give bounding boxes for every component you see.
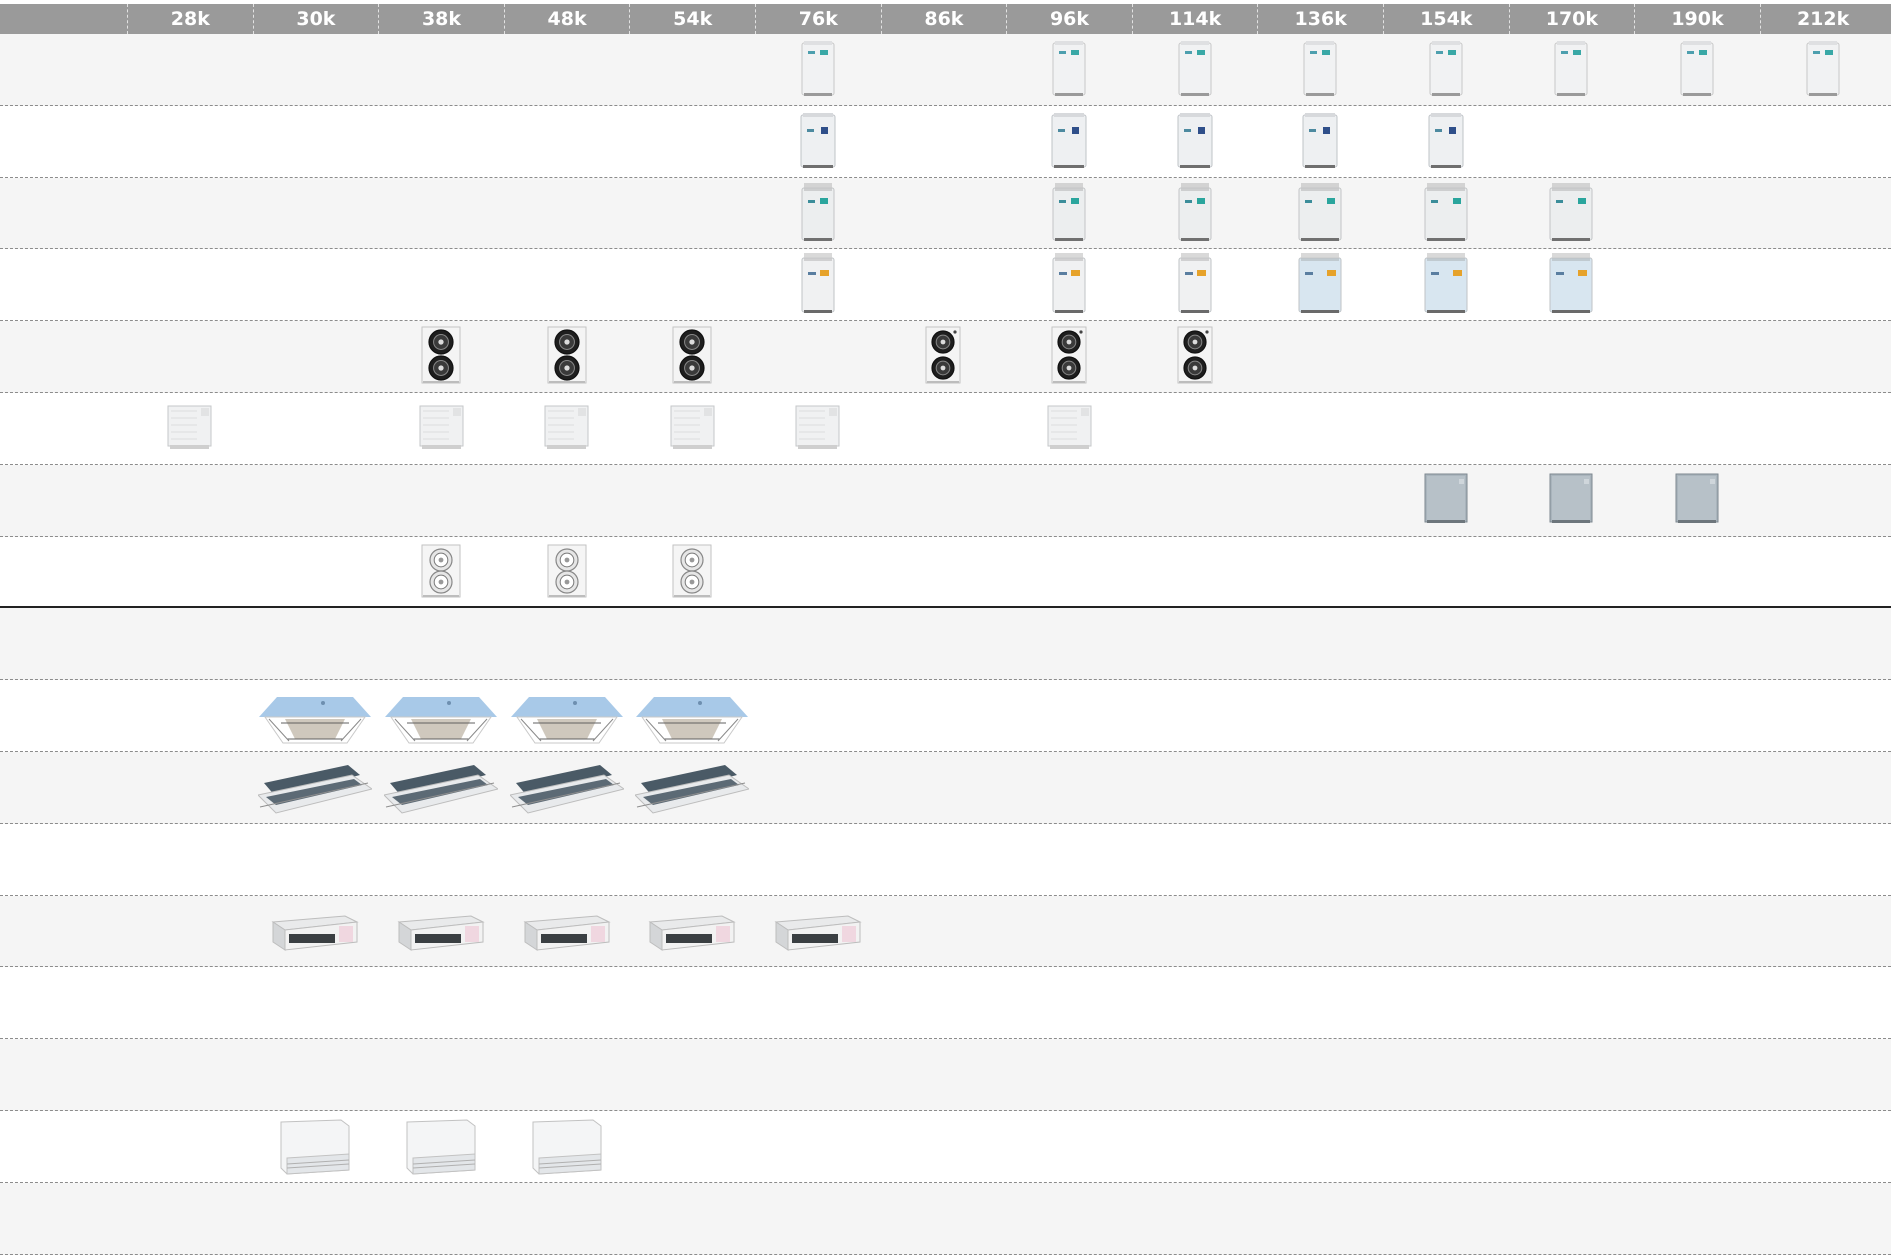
vrf-white-single-unit xyxy=(1178,40,1212,96)
vrf-grille-top-unit xyxy=(1178,183,1212,241)
cassette-4way-unit xyxy=(259,697,372,744)
capacity-column-header: 28k xyxy=(127,4,253,34)
vrf-grille-top-unit xyxy=(1298,183,1342,241)
capacity-header-bar: 28k 30k 38k 48k 54k 76k 86k 96k 114k 136k 154k 170k… xyxy=(0,4,1891,34)
vrf-orange-badge-unit xyxy=(801,253,835,314)
capacity-column-header: 154k xyxy=(1383,4,1509,34)
row-divider xyxy=(0,1253,1891,1255)
product-capacity-matrix: 28k 30k 38k 48k 54k 76k 86k 96k 114k 136k 154k 170k… xyxy=(0,0,1891,1255)
vrf-white-blue-badge-unit xyxy=(1428,112,1464,168)
outdoor-dual-fan-dark-unit xyxy=(1051,326,1087,384)
product-row xyxy=(0,1039,1891,1111)
vrf-white-blue-badge-unit xyxy=(1177,112,1213,168)
capacity-column-header: 48k xyxy=(503,4,630,34)
capacity-column-header: 76k xyxy=(755,4,881,34)
product-row xyxy=(0,823,1891,896)
outdoor-dual-fan-dark-unit xyxy=(421,326,461,384)
capacity-column-header: 136k xyxy=(1257,4,1383,34)
floor-ceiling-unit xyxy=(280,1119,350,1175)
vrf-orange-badge-unit xyxy=(1549,253,1593,314)
outdoor-box-dark-unit xyxy=(1424,473,1468,524)
outdoor-box-light-unit xyxy=(544,405,589,450)
vrf-white-blue-badge-unit xyxy=(1302,112,1338,168)
outdoor-dual-fan-light-unit xyxy=(421,544,461,597)
product-row xyxy=(0,967,1891,1040)
capacity-column-header: 170k xyxy=(1508,4,1635,34)
product-row xyxy=(0,34,1891,106)
vrf-grille-top-unit xyxy=(1052,183,1086,241)
cassette-4way-unit xyxy=(510,697,623,744)
capacity-column-header: 38k xyxy=(378,4,504,34)
ducted-unit-unit xyxy=(774,914,862,951)
ducted-unit-unit xyxy=(523,914,611,951)
product-row xyxy=(0,393,1891,465)
outdoor-box-light-unit xyxy=(1047,405,1091,450)
product-row xyxy=(0,464,1891,537)
vrf-white-single-unit xyxy=(1303,40,1337,96)
vrf-grille-top-unit xyxy=(1549,183,1593,241)
cassette-4way-unit xyxy=(636,697,749,744)
vrf-grille-top-unit xyxy=(1424,183,1468,241)
product-row xyxy=(0,249,1891,322)
capacity-column-header: 96k xyxy=(1006,4,1132,34)
cassette-1way-unit xyxy=(384,764,498,814)
vrf-orange-badge-unit xyxy=(1052,253,1086,314)
outdoor-box-light-unit xyxy=(670,405,715,450)
capacity-column-header: 190k xyxy=(1634,4,1760,34)
cassette-1way-unit xyxy=(509,764,624,814)
capacity-column-header: 114k xyxy=(1131,4,1258,34)
vrf-orange-badge-unit xyxy=(1424,253,1468,314)
floor-ceiling-unit xyxy=(406,1119,476,1175)
outdoor-box-light-unit xyxy=(795,405,840,450)
outdoor-dual-fan-dark-unit xyxy=(547,326,587,384)
vrf-orange-badge-unit xyxy=(1298,253,1342,314)
outdoor-dual-fan-light-unit xyxy=(672,544,712,597)
vrf-white-blue-badge-unit xyxy=(1051,112,1087,168)
outdoor-box-light-unit xyxy=(419,405,463,450)
vrf-white-single-unit xyxy=(1429,40,1463,96)
product-row xyxy=(0,608,1891,681)
ducted-unit-unit xyxy=(271,914,360,951)
outdoor-dual-fan-dark-unit xyxy=(672,326,712,384)
vrf-white-single-unit xyxy=(1554,40,1588,96)
cassette-1way-unit xyxy=(258,764,373,814)
product-row xyxy=(0,177,1891,250)
outdoor-box-dark-unit xyxy=(1675,473,1719,524)
outdoor-dual-fan-dark-unit xyxy=(925,326,961,384)
ducted-unit-unit xyxy=(397,914,485,951)
floor-ceiling-unit xyxy=(532,1119,602,1175)
outdoor-dual-fan-dark-unit xyxy=(1177,326,1213,384)
outdoor-box-light-unit xyxy=(167,405,212,450)
capacity-column-header: 212k xyxy=(1759,4,1886,34)
ducted-unit-unit xyxy=(648,914,736,951)
vrf-white-single-unit xyxy=(1806,40,1840,96)
capacity-column-header: 54k xyxy=(629,4,755,34)
cassette-1way-unit xyxy=(635,764,750,814)
vrf-white-single-unit xyxy=(1052,40,1086,96)
outdoor-dual-fan-light-unit xyxy=(547,544,587,597)
outdoor-box-dark-unit xyxy=(1549,473,1593,524)
vrf-white-single-unit xyxy=(1680,40,1714,96)
vrf-white-single-unit xyxy=(801,40,835,96)
vrf-white-blue-badge-unit xyxy=(800,112,836,168)
product-row xyxy=(0,1182,1891,1255)
product-row xyxy=(0,105,1891,178)
capacity-column-header: 86k xyxy=(880,4,1007,34)
vrf-grille-top-unit xyxy=(801,183,835,241)
capacity-column-header: 30k xyxy=(252,4,379,34)
cassette-4way-unit xyxy=(385,697,497,744)
vrf-orange-badge-unit xyxy=(1178,253,1212,314)
product-row xyxy=(0,536,1891,609)
